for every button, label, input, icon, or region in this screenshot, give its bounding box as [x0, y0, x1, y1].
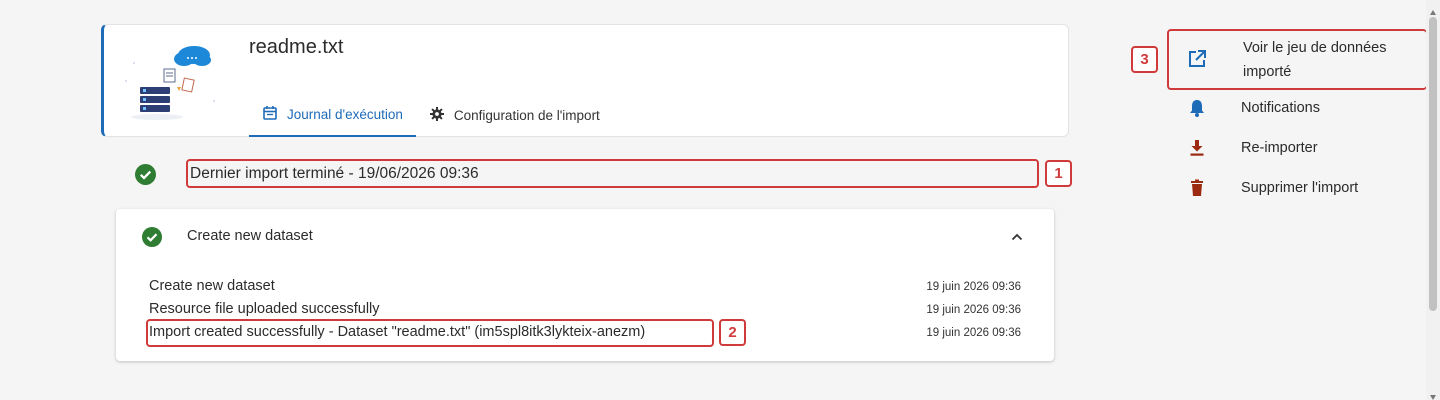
- notifications-button[interactable]: Notifications: [1167, 88, 1427, 128]
- import-header-card: readme.txt Journal d'exécution Configura…: [101, 24, 1069, 137]
- calendar-icon: [262, 105, 278, 124]
- open-in-new-icon: [1187, 49, 1207, 69]
- annotation-badge-2: 2: [719, 319, 746, 346]
- log-highlight-box: [146, 319, 714, 347]
- import-tabs: Journal d'exécution Configuration de l'i…: [249, 93, 613, 137]
- reimport-label: Re-importer: [1241, 140, 1318, 156]
- success-check-icon: [135, 164, 156, 185]
- annotation-badge-1: 1: [1045, 160, 1072, 187]
- log-entry: Resource file uploaded successfully 19 j…: [149, 299, 1021, 321]
- gear-icon: [429, 106, 445, 125]
- annotation-badge-3: 3: [1131, 46, 1158, 73]
- log-message: Create new dataset: [149, 278, 275, 294]
- tab-execution-log[interactable]: Journal d'exécution: [249, 93, 416, 137]
- scroll-up-arrow-icon[interactable]: [1429, 4, 1437, 15]
- download-icon: [1187, 138, 1207, 158]
- delete-import-button[interactable]: Supprimer l'import: [1167, 168, 1427, 208]
- bell-icon: [1187, 98, 1207, 118]
- tab-import-config[interactable]: Configuration de l'import: [416, 93, 613, 137]
- file-title: readme.txt: [249, 36, 344, 58]
- reimport-button[interactable]: Re-importer: [1167, 128, 1427, 168]
- trash-icon: [1187, 178, 1207, 198]
- delete-import-label: Supprimer l'import: [1241, 180, 1359, 196]
- log-date: 19 juin 2026 09:36: [926, 304, 1021, 316]
- log-entry: Create new dataset 19 juin 2026 09:36: [149, 276, 1021, 298]
- log-date: 19 juin 2026 09:36: [926, 327, 1021, 339]
- scrollbar-thumb[interactable]: [1429, 17, 1437, 311]
- panel-title: Create new dataset: [187, 228, 313, 244]
- tab-label: Configuration de l'import: [453, 107, 600, 123]
- log-message: Resource file uploaded successfully: [149, 301, 380, 317]
- tab-label: Journal d'exécution: [287, 106, 403, 122]
- success-check-icon: [142, 227, 162, 247]
- last-import-status: Dernier import terminé - 19/06/2026 09:3…: [186, 159, 1039, 188]
- notifications-label: Notifications: [1241, 100, 1320, 116]
- log-date: 19 juin 2026 09:36: [926, 281, 1021, 293]
- chevron-up-icon[interactable]: [1008, 228, 1026, 246]
- scroll-down-arrow-icon[interactable]: [1429, 388, 1437, 400]
- cloud-import-illustration: [122, 41, 222, 127]
- view-imported-dataset-button[interactable]: Voir le jeu de données importé: [1167, 29, 1427, 90]
- view-dataset-label: Voir le jeu de données importé: [1243, 40, 1387, 80]
- page-scrollbar[interactable]: [1426, 0, 1440, 400]
